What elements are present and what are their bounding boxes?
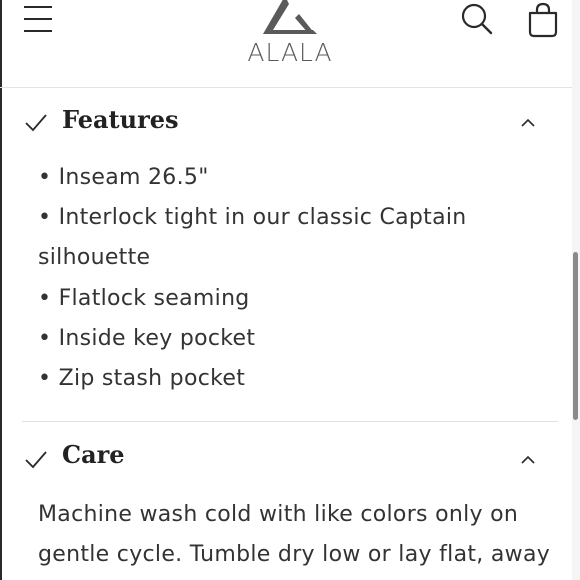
features-list-item: • Inseam 26.5"	[38, 165, 209, 190]
search-icon[interactable]	[460, 2, 494, 36]
logo-mark-icon[interactable]	[255, 0, 325, 36]
checkmark-icon	[25, 114, 47, 132]
scrollbar-thumb[interactable]	[573, 252, 578, 420]
features-list-item: • Interlock tight in our classic Captain…	[38, 205, 467, 271]
checkmark-icon	[25, 451, 47, 469]
features-list-item: • Flatlock seaming	[38, 285, 250, 311]
chevron-up-icon[interactable]	[518, 116, 538, 130]
product-details-page: ALALA Features • Inseam 26.5" • Interloc…	[0, 0, 580, 580]
brand-logo-text[interactable]: ALALA	[230, 38, 350, 67]
shopping-bag-icon[interactable]	[526, 2, 560, 38]
care-accordion-header[interactable]: Care	[0, 422, 560, 492]
features-list-item: • Zip stash pocket	[38, 366, 246, 392]
features-accordion-header[interactable]: Features	[0, 88, 560, 158]
site-header: ALALA	[0, 0, 580, 88]
chevron-up-icon[interactable]	[518, 453, 538, 467]
features-list: • Inseam 26.5" • Interlock tight in our …	[38, 158, 558, 399]
features-title: Features	[62, 105, 179, 134]
care-instructions: Machine wash cold with like colors only …	[38, 502, 551, 567]
care-title: Care	[62, 440, 125, 469]
features-list-item: • Inside key pocket	[38, 325, 256, 351]
hamburger-menu-icon[interactable]	[24, 4, 52, 34]
